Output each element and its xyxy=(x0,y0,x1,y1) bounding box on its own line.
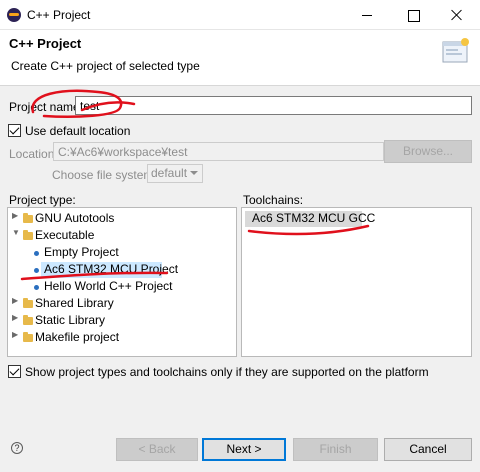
chevron-down-icon[interactable]: ▼ xyxy=(12,228,20,237)
project-type-icon xyxy=(34,251,39,256)
browse-button[interactable]: Browse... xyxy=(384,140,472,163)
back-button[interactable]: < Back xyxy=(116,438,198,461)
toolchains-list[interactable]: Ac6 STM32 MCU GCC xyxy=(241,207,472,357)
toolchain-item[interactable]: Ac6 STM32 MCU GCC xyxy=(245,211,465,228)
cancel-button[interactable]: Cancel xyxy=(384,438,472,461)
title-bar: C++ Project xyxy=(0,0,480,30)
window-title: C++ Project xyxy=(27,8,91,22)
folder-icon xyxy=(23,298,33,308)
finish-button[interactable]: Finish xyxy=(293,438,378,461)
tree-item-gnu-autotools[interactable]: ▶ GNU Autotools xyxy=(12,211,232,228)
app-icon xyxy=(7,8,21,22)
tree-item-makefile-project[interactable]: ▶ Makefile project xyxy=(12,330,232,347)
file-system-value: default xyxy=(151,166,188,180)
folder-icon xyxy=(23,332,33,342)
next-button[interactable]: Next > xyxy=(202,438,286,461)
wizard-banner-icon xyxy=(442,38,469,63)
tree-item-hello-world-cpp-project[interactable]: Hello World C++ Project xyxy=(12,279,232,296)
tree-item-label: Executable xyxy=(35,228,95,242)
close-icon[interactable] xyxy=(434,0,480,30)
toolchains-label: Toolchains: xyxy=(243,193,304,207)
wizard-header: C++ Project Create C++ project of select… xyxy=(0,30,480,86)
tree-item-empty-project[interactable]: Empty Project xyxy=(12,245,232,262)
tree-item-shared-library[interactable]: ▶ Shared Library xyxy=(12,296,232,313)
tree-item-label: Static Library xyxy=(35,313,106,327)
tree-item-label: Empty Project xyxy=(44,245,119,259)
chevron-right-icon[interactable]: ▶ xyxy=(12,330,18,339)
page-title: C++ Project xyxy=(9,36,82,51)
page-description: Create C++ project of selected type xyxy=(11,59,200,73)
location-input[interactable]: C:¥Ac6¥workspace¥test xyxy=(53,142,384,161)
tree-item-label: Hello World C++ Project xyxy=(44,279,173,293)
project-name-input[interactable]: test xyxy=(75,96,472,115)
tree-item-label: Makefile project xyxy=(35,330,120,344)
use-default-location-checkbox[interactable] xyxy=(8,124,21,137)
project-name-label: Project name: xyxy=(9,100,84,114)
minimize-icon[interactable] xyxy=(344,0,390,30)
file-system-label: Choose file system: xyxy=(52,168,157,182)
tree-item-label: Shared Library xyxy=(35,296,114,310)
show-supported-checkbox[interactable] xyxy=(8,365,21,378)
project-type-icon xyxy=(34,285,39,290)
tree-item-static-library[interactable]: ▶ Static Library xyxy=(12,313,232,330)
tree-item-label: Ac6 STM32 MCU Project xyxy=(44,262,179,276)
project-type-icon xyxy=(34,268,39,273)
project-type-label: Project type: xyxy=(9,193,76,207)
toolchain-label: Ac6 STM32 MCU GCC xyxy=(252,211,376,225)
maximize-icon[interactable] xyxy=(390,0,436,30)
chevron-right-icon[interactable]: ▶ xyxy=(12,313,18,322)
help-icon[interactable]: ? xyxy=(11,442,23,454)
wizard-body: Project name: test Use default location … xyxy=(0,86,480,472)
tree-item-label: GNU Autotools xyxy=(35,211,115,225)
tree-item-ac6-stm32-mcu-project[interactable]: Ac6 STM32 MCU Project xyxy=(12,262,232,279)
file-system-select[interactable]: default xyxy=(147,164,203,183)
folder-icon xyxy=(23,213,33,223)
location-label: Location: xyxy=(9,147,58,161)
folder-icon xyxy=(23,315,33,325)
project-type-tree[interactable]: ▶ GNU Autotools ▼ Executable Empty Proje… xyxy=(7,207,237,357)
folder-icon xyxy=(23,230,33,240)
chevron-down-icon xyxy=(190,171,198,175)
show-supported-label: Show project types and toolchains only i… xyxy=(25,365,429,379)
use-default-location-label: Use default location xyxy=(25,124,131,138)
chevron-right-icon[interactable]: ▶ xyxy=(12,211,18,220)
chevron-right-icon[interactable]: ▶ xyxy=(12,296,18,305)
tree-item-executable[interactable]: ▼ Executable xyxy=(12,228,232,245)
